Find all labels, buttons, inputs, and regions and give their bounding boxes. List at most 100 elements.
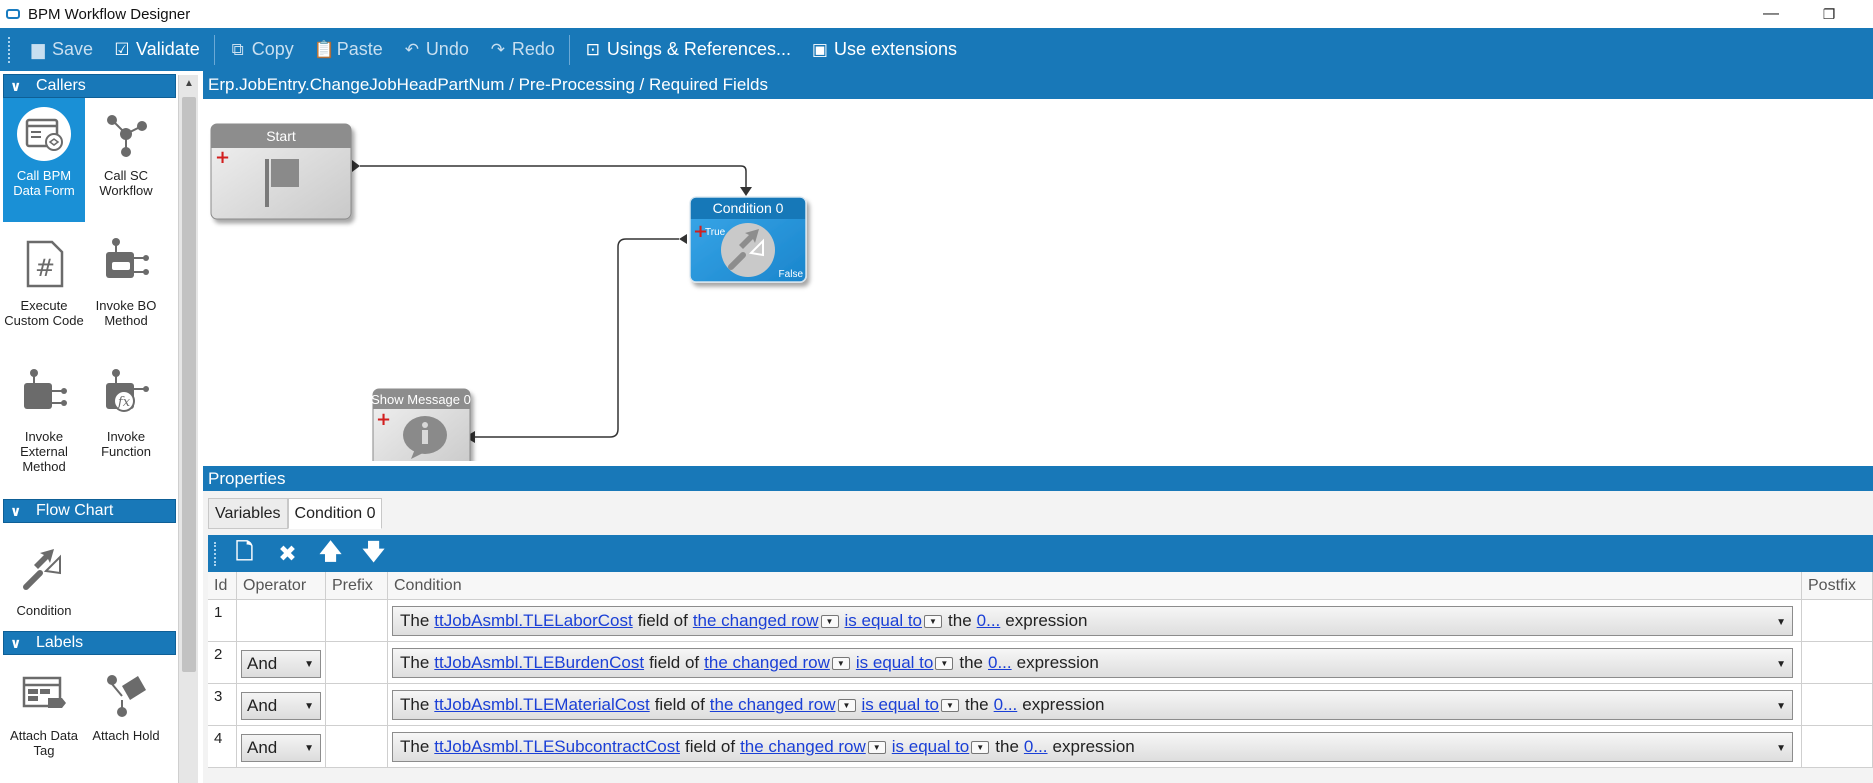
table-row[interactable]: 2 And ▼ The ttJobAsmbl.TLEBurdenCost fie… bbox=[208, 642, 1873, 684]
flowchart-section-header[interactable]: ∨ Flow Chart bbox=[3, 499, 176, 523]
row-source-link[interactable]: the changed row bbox=[693, 611, 819, 631]
column-header-condition[interactable]: Condition bbox=[388, 572, 1802, 599]
prefix-cell[interactable] bbox=[326, 726, 388, 767]
table-row[interactable]: 4 And ▼ The ttJobAsmbl.TLESubcontractCos… bbox=[208, 726, 1873, 768]
connector-start-condition[interactable] bbox=[360, 165, 747, 187]
undo-button[interactable]: ↶ Undo bbox=[393, 28, 479, 71]
validate-button[interactable]: ☑ Validate bbox=[103, 28, 210, 71]
connector-condition-message[interactable] bbox=[475, 238, 679, 438]
condition-expression[interactable]: The ttJobAsmbl.TLEMaterialCost field of … bbox=[392, 690, 1793, 720]
field-link[interactable]: ttJobAsmbl.TLEMaterialCost bbox=[434, 695, 649, 715]
function-icon: fx bbox=[106, 369, 149, 412]
prefix-cell[interactable] bbox=[326, 600, 388, 641]
workflow-diagram[interactable]: Start + Condition 0 + True False Show Me… bbox=[203, 99, 1873, 461]
chevron-down-icon[interactable]: ▼ bbox=[941, 698, 959, 712]
column-header-prefix[interactable]: Prefix bbox=[326, 572, 388, 599]
window-title: BPM Workflow Designer bbox=[28, 5, 191, 23]
output-port-icon bbox=[352, 160, 360, 172]
chevron-down-icon[interactable]: ▼ bbox=[837, 698, 856, 712]
tool-invoke-bo-method[interactable]: Invoke BO Method bbox=[85, 228, 167, 352]
tool-invoke-external-method[interactable]: Invoke External Method bbox=[3, 359, 85, 483]
chevron-down-icon[interactable]: ▼ bbox=[935, 656, 954, 670]
value-link[interactable]: 0... bbox=[988, 653, 1012, 673]
column-header-postfix[interactable]: Postfix bbox=[1802, 572, 1873, 599]
callers-section-header[interactable]: ∨ Callers bbox=[3, 74, 176, 98]
dropdown-arrow-icon[interactable]: ▼ bbox=[1776, 743, 1786, 754]
operator-cell[interactable] bbox=[237, 600, 326, 641]
chevron-down-icon[interactable]: ▼ bbox=[831, 656, 850, 670]
arrow-head-icon bbox=[740, 187, 752, 196]
chevron-down-icon[interactable]: ▼ bbox=[820, 614, 839, 628]
sidebar-scrollbar[interactable]: ▲ bbox=[178, 75, 198, 783]
postfix-cell[interactable] bbox=[1802, 642, 1873, 683]
field-link[interactable]: ttJobAsmbl.TLEBurdenCost bbox=[434, 653, 644, 673]
operator-select[interactable]: And ▼ bbox=[241, 734, 321, 762]
chevron-down-icon[interactable]: ▼ bbox=[971, 740, 990, 754]
copy-button[interactable]: ⧉ Copy bbox=[219, 28, 304, 71]
scroll-up-icon[interactable]: ▲ bbox=[184, 78, 194, 89]
move-up-button[interactable]: 🡅 bbox=[309, 535, 352, 572]
external-method-icon bbox=[24, 369, 67, 409]
postfix-cell[interactable] bbox=[1802, 600, 1873, 641]
paste-button[interactable]: 📋 Paste bbox=[304, 28, 393, 71]
column-header-id[interactable]: Id bbox=[208, 572, 237, 599]
postfix-cell[interactable] bbox=[1802, 726, 1873, 767]
comparison-link[interactable]: is equal to bbox=[845, 611, 923, 631]
restore-button[interactable]: ❐ bbox=[1806, 0, 1852, 28]
field-link[interactable]: ttJobAsmbl.TLESubcontractCost bbox=[434, 737, 680, 757]
move-down-button[interactable]: 🡇 bbox=[352, 535, 395, 572]
condition-expression[interactable]: The ttJobAsmbl.TLELaborCost field of the… bbox=[392, 606, 1793, 636]
chevron-down-icon[interactable]: ▼ bbox=[867, 740, 886, 754]
dropdown-arrow-icon[interactable]: ▼ bbox=[1776, 701, 1786, 712]
save-button[interactable]: ▆ Save bbox=[19, 28, 103, 71]
false-branch-label[interactable]: False bbox=[779, 269, 804, 280]
value-link[interactable]: 0... bbox=[994, 695, 1018, 715]
comparison-link[interactable]: is equal to bbox=[892, 737, 970, 757]
operator-select[interactable]: And ▼ bbox=[241, 650, 321, 678]
chevron-down-icon[interactable]: ▼ bbox=[924, 614, 943, 628]
scrollbar-thumb[interactable] bbox=[182, 97, 196, 672]
labels-section-header[interactable]: ∨ Labels bbox=[3, 631, 176, 655]
condition-expression[interactable]: The ttJobAsmbl.TLESubcontractCost field … bbox=[392, 732, 1793, 762]
postfix-cell[interactable] bbox=[1802, 684, 1873, 725]
redo-button[interactable]: ↷ Redo bbox=[479, 28, 565, 71]
table-row[interactable]: 1 The ttJobAsmbl.TLELaborCost field of t… bbox=[208, 600, 1873, 642]
tool-call-sc-workflow[interactable]: Call SC Workflow bbox=[85, 98, 167, 222]
field-link[interactable]: ttJobAsmbl.TLELaborCost bbox=[434, 611, 632, 631]
delete-row-button[interactable]: ✖ bbox=[266, 535, 309, 572]
row-source-link[interactable]: the changed row bbox=[704, 653, 830, 673]
condition-expression[interactable]: The ttJobAsmbl.TLEBurdenCost field of th… bbox=[392, 648, 1793, 678]
prefix-cell[interactable] bbox=[326, 684, 388, 725]
true-branch-label[interactable]: True bbox=[705, 227, 726, 238]
tool-condition[interactable]: Condition bbox=[3, 533, 85, 623]
operator-select[interactable]: And ▼ bbox=[241, 692, 321, 720]
toolbox-sidebar: ∨ Callers Call BPM Data Form Call SC Work… bbox=[0, 71, 200, 783]
usings-references-button[interactable]: ⊡ Usings & References... bbox=[574, 28, 801, 71]
tool-call-bpm-data-form[interactable]: Call BPM Data Form bbox=[3, 98, 85, 222]
prefix-cell[interactable] bbox=[326, 642, 388, 683]
tool-invoke-function[interactable]: fx Invoke Function bbox=[85, 359, 167, 483]
tool-attach-data-tag[interactable]: Attach Data Tag bbox=[3, 658, 85, 782]
comparison-link[interactable]: is equal to bbox=[862, 695, 940, 715]
tool-attach-hold[interactable]: Attach Hold bbox=[85, 658, 167, 782]
value-link[interactable]: 0... bbox=[977, 611, 1001, 631]
toolbar-grip[interactable] bbox=[8, 36, 11, 63]
dropdown-arrow-icon: ▼ bbox=[304, 659, 314, 670]
tab-variables[interactable]: Variables bbox=[208, 498, 288, 529]
comparison-link[interactable]: is equal to bbox=[856, 653, 934, 673]
use-extensions-button[interactable]: ▣ Use extensions bbox=[801, 28, 967, 71]
dropdown-arrow-icon[interactable]: ▼ bbox=[1776, 617, 1786, 628]
row-source-link[interactable]: the changed row bbox=[740, 737, 866, 757]
workflow-canvas[interactable]: Start + Condition 0 + True False Show Me… bbox=[203, 99, 1873, 461]
minimize-button[interactable]: — bbox=[1748, 0, 1794, 28]
column-header-operator[interactable]: Operator bbox=[237, 572, 326, 599]
new-row-button[interactable]: 🗋 bbox=[223, 535, 266, 572]
value-link[interactable]: 0... bbox=[1024, 737, 1048, 757]
toolbar-grip[interactable] bbox=[214, 541, 217, 566]
tool-execute-custom-code[interactable]: # Execute Custom Code bbox=[3, 228, 85, 352]
tab-condition-0[interactable]: Condition 0 bbox=[287, 498, 383, 529]
table-row[interactable]: 3 And ▼ The ttJobAsmbl.TLEMaterialCost f… bbox=[208, 684, 1873, 726]
row-source-link[interactable]: the changed row bbox=[710, 695, 836, 715]
delete-icon: ✖ bbox=[278, 540, 297, 566]
dropdown-arrow-icon[interactable]: ▼ bbox=[1776, 659, 1786, 670]
